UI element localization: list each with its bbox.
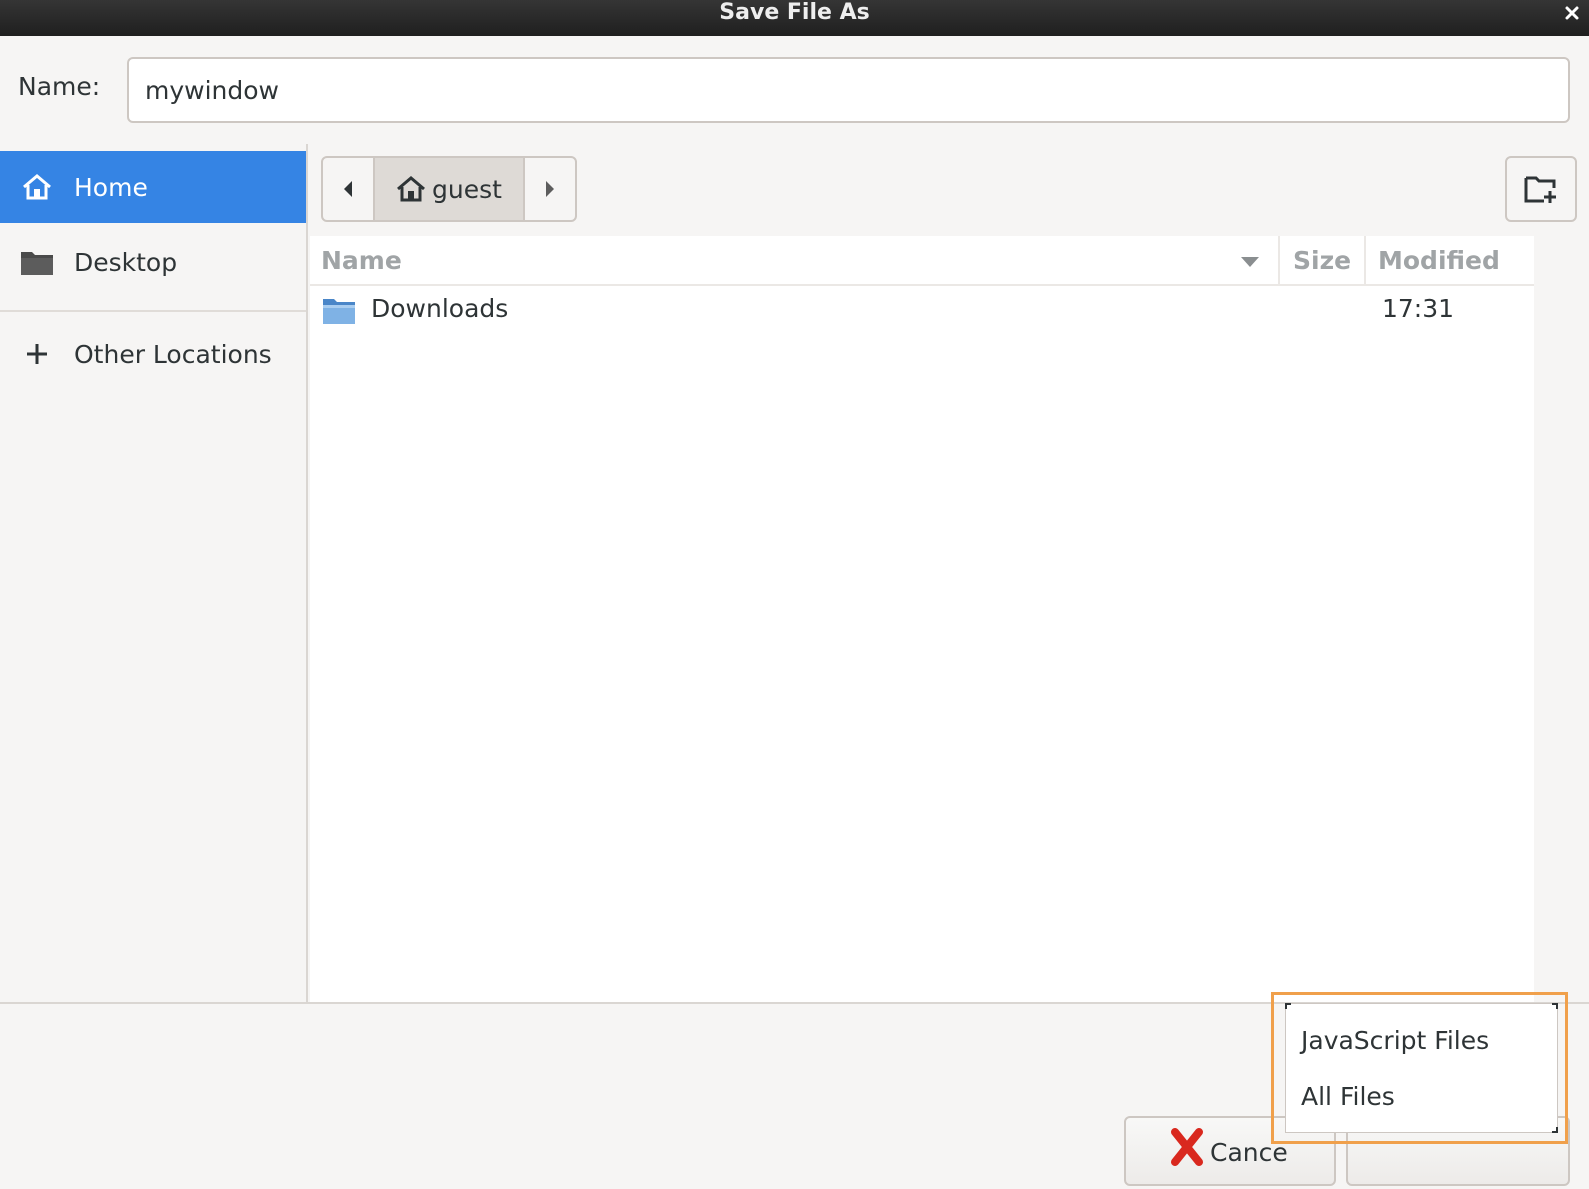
chevron-right-icon — [546, 181, 554, 197]
path-crumb-guest[interactable]: guest — [373, 158, 525, 220]
pathbar-area: guest — [310, 144, 1589, 236]
column-size[interactable]: Size — [1293, 246, 1351, 275]
sort-down-icon — [1241, 257, 1259, 267]
menu-corner — [1285, 1003, 1291, 1009]
folder-icon — [323, 299, 355, 324]
path-forward-button[interactable] — [525, 158, 575, 220]
window-title: Save File As — [719, 0, 870, 25]
new-folder-button[interactable] — [1505, 156, 1577, 222]
folder-icon — [0, 248, 74, 276]
menu-corner — [1552, 1003, 1558, 1009]
filter-option-all-files[interactable]: All Files — [1301, 1082, 1395, 1111]
home-icon — [0, 173, 74, 201]
filename-input[interactable] — [127, 57, 1570, 123]
path-bar: guest — [321, 156, 577, 222]
sidebar-item-desktop[interactable]: Desktop — [0, 226, 306, 298]
close-icon[interactable] — [1563, 4, 1581, 22]
sidebar-item-label: Desktop — [74, 247, 178, 277]
file-list: Name Size Modified Downloads 17:31 — [310, 236, 1534, 1002]
scroll-area — [1534, 236, 1589, 1002]
places-sidebar: Home Desktop Other Locations — [0, 144, 308, 1002]
home-icon — [397, 176, 426, 202]
sidebar-item-label: Other Locations — [74, 339, 272, 369]
sidebar-separator — [0, 310, 306, 312]
path-back-button[interactable] — [323, 158, 373, 220]
column-modified[interactable]: Modified — [1378, 246, 1500, 275]
file-name: Downloads — [371, 294, 509, 323]
name-label: Name: — [18, 72, 101, 101]
filename-row: Name: — [0, 36, 1589, 144]
column-divider — [1364, 236, 1366, 284]
file-browser: guest Name Size Modified Downloads 17:31 — [310, 144, 1589, 1002]
title-bar: Save File As — [0, 0, 1589, 36]
chevron-left-icon — [344, 181, 352, 197]
filter-option-javascript[interactable]: JavaScript Files — [1301, 1026, 1489, 1055]
column-header: Name Size Modified — [310, 236, 1534, 286]
plus-icon — [0, 342, 74, 366]
new-folder-icon — [1524, 176, 1556, 203]
sidebar-item-home[interactable]: Home — [0, 151, 306, 223]
file-modified: 17:31 — [1382, 294, 1455, 323]
sidebar-item-other-locations[interactable]: Other Locations — [0, 318, 306, 390]
table-row[interactable]: Downloads 17:31 — [310, 288, 1534, 334]
menu-corner — [1552, 1127, 1558, 1133]
sidebar-item-label: Home — [74, 172, 148, 202]
cancel-x-icon — [1171, 1128, 1203, 1166]
path-crumb-label: guest — [432, 174, 502, 204]
column-name[interactable]: Name — [321, 246, 402, 275]
column-divider — [1278, 236, 1280, 284]
file-filter-menu: JavaScript Files All Files — [1285, 1003, 1558, 1133]
